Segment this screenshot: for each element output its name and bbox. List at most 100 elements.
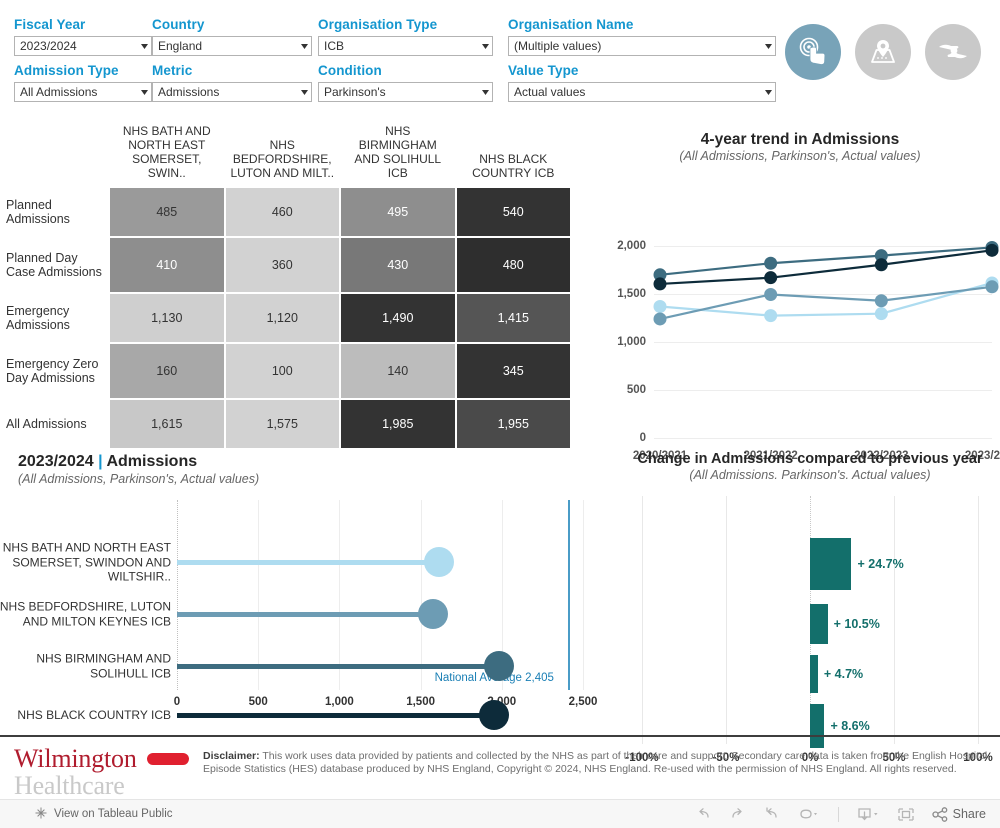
lollipop-title-metric: Admissions (106, 453, 198, 470)
lollipop-stem[interactable] (177, 611, 433, 617)
change-chart: Change in Admissions compared to previou… (620, 450, 1000, 764)
tableau-toolbar: View on Tableau Public Share (0, 799, 1000, 828)
lollipop-dot[interactable] (484, 651, 515, 681)
lollipop-gridline (339, 500, 341, 690)
chevron-down-icon[interactable] (137, 43, 151, 49)
change-bar[interactable] (810, 604, 828, 644)
chevron-down-icon[interactable] (478, 89, 492, 95)
matrix-cell-0-0[interactable]: 485 (110, 188, 224, 236)
care-hands-icon[interactable] (925, 24, 981, 80)
chevron-down-icon[interactable] (478, 43, 492, 49)
filter-label-value-type: Value Type (508, 63, 579, 78)
revert-icon[interactable] (763, 807, 780, 821)
redo-icon[interactable] (729, 807, 746, 821)
chevron-down-icon[interactable] (761, 89, 775, 95)
lollipop-stem[interactable] (177, 712, 495, 718)
matrix-row-header-1[interactable]: Planned Day Case Admissions (2, 238, 108, 292)
tap-interact-icon[interactable] (785, 24, 841, 80)
lollipop-stem[interactable] (177, 559, 440, 565)
matrix-row-header-2[interactable]: Emergency Admissions (2, 294, 108, 342)
undo-icon[interactable] (695, 807, 712, 821)
change-bar[interactable] (810, 655, 818, 693)
chevron-down-icon[interactable] (297, 89, 311, 95)
map-pin-icon[interactable] (855, 24, 911, 80)
fullscreen-icon[interactable] (897, 807, 915, 822)
lollipop-title-year: 2023/2024 (18, 453, 94, 470)
nav-icon-group (785, 24, 981, 80)
matrix-cell-4-1[interactable]: 1,575 (225, 400, 339, 448)
matrix-col-header-3[interactable]: NHS BLACK COUNTRY ICB (457, 124, 571, 186)
matrix-cell-0-1[interactable]: 460 (225, 188, 339, 236)
matrix-cell-0-3[interactable]: 540 (456, 188, 570, 236)
matrix-cell-3-2[interactable]: 140 (341, 344, 455, 398)
matrix-cell-3-3[interactable]: 345 (456, 344, 570, 398)
download-icon[interactable] (856, 807, 880, 822)
lollipop-category-label[interactable]: NHS BIRMINGHAM AND SOLIHULL ICB (0, 652, 171, 681)
matrix-cell-2-0[interactable]: 1,130 (110, 294, 224, 342)
lollipop-stem[interactable] (177, 663, 500, 669)
lollipop-x-tick: 500 (248, 696, 268, 708)
table-row: Planned Admissions 485 460 495 540 (2, 188, 570, 236)
trend-line-0 (659, 281, 993, 317)
matrix-cell-1-1[interactable]: 360 (225, 238, 339, 292)
matrix-cell-3-1[interactable]: 100 (225, 344, 339, 398)
wilmington-healthcare-logo: Wilmington Healthcare (14, 745, 194, 799)
lollipop-category-label[interactable]: NHS BATH AND NORTH EAST SOMERSET, SWINDO… (0, 540, 171, 584)
lollipop-dot[interactable] (424, 547, 455, 577)
matrix-row-header-4[interactable]: All Admissions (2, 400, 108, 448)
matrix-row-header-3[interactable]: Emergency Zero Day Admissions (2, 344, 108, 398)
filter-organisation-name: Organisation Name (Multiple values) (508, 18, 776, 56)
view-on-tableau-public-label: View on Tableau Public (54, 808, 173, 820)
change-bar[interactable] (810, 704, 825, 748)
trend-point (764, 271, 778, 285)
chevron-down-icon[interactable] (761, 43, 775, 49)
matrix-cell-1-0[interactable]: 410 (110, 238, 224, 292)
change-bar[interactable] (810, 538, 852, 590)
change-chart-title: Change in Admissions compared to previou… (637, 451, 983, 467)
matrix-cell-0-2[interactable]: 495 (341, 188, 455, 236)
matrix-cell-4-0[interactable]: 1,615 (110, 400, 224, 448)
matrix-cell-4-3[interactable]: 1,955 (456, 400, 570, 448)
lollipop-gridline (583, 500, 585, 690)
matrix-col-header-2[interactable]: NHS BIRMINGHAM AND SOLIHULL ICB (341, 124, 455, 186)
filter-dropdown-organisation-type[interactable]: ICB (318, 36, 493, 56)
lollipop-x-tick: 1,500 (406, 696, 435, 708)
matrix-col-header-1[interactable]: NHS BEDFORDSHIRE, LUTON AND MILT.. (226, 124, 340, 186)
filter-dropdown-value-type[interactable]: Actual values (508, 82, 776, 102)
trend-series-layer (653, 240, 999, 326)
matrix-cell-3-0[interactable]: 160 (110, 344, 224, 398)
matrix-col-header-0[interactable]: NHS BATH AND NORTH EAST SOMERSET, SWIN.. (110, 124, 224, 186)
matrix-cell-4-2[interactable]: 1,985 (341, 400, 455, 448)
filter-dropdown-condition[interactable]: Parkinson's (318, 82, 493, 102)
matrix-cell-2-3[interactable]: 1,415 (456, 294, 570, 342)
filter-dropdown-metric[interactable]: Admissions (152, 82, 312, 102)
lollipop-category-label[interactable]: NHS BEDFORDSHIRE, LUTON AND MILTON KEYNE… (0, 600, 171, 629)
lollipop-dot[interactable] (417, 599, 448, 629)
lollipop-dot[interactable] (479, 700, 510, 730)
filter-dropdown-country[interactable]: England (152, 36, 312, 56)
lollipop-category-label[interactable]: NHS BLACK COUNTRY ICB (0, 708, 171, 723)
filter-label-metric: Metric (152, 63, 193, 78)
filter-country: Country England (152, 18, 312, 56)
logo-text-healthcare: Healthcare (14, 771, 125, 800)
filter-dropdown-fiscal-year[interactable]: 2023/2024 (14, 36, 152, 56)
disclaimer-label: Disclaimer: (203, 750, 260, 762)
refresh-icon[interactable] (797, 807, 821, 821)
filter-fiscal-year: Fiscal Year 2023/2024 (14, 18, 152, 56)
filter-value-value-type: Actual values (514, 85, 586, 99)
matrix-row-header-0[interactable]: Planned Admissions (2, 188, 108, 236)
change-bar-label: + 8.6% (830, 719, 870, 733)
chevron-down-icon[interactable] (297, 43, 311, 49)
matrix-cell-2-2[interactable]: 1,490 (341, 294, 455, 342)
matrix-cell-1-2[interactable]: 430 (341, 238, 455, 292)
matrix-cell-1-3[interactable]: 480 (456, 238, 570, 292)
filter-dropdown-admission-type[interactable]: All Admissions (14, 82, 152, 102)
chevron-down-icon[interactable] (137, 89, 151, 95)
view-on-tableau-public-button[interactable]: View on Tableau Public (34, 806, 173, 823)
filter-admission-type: Admission Type All Admissions (14, 64, 152, 102)
matrix-cell-2-1[interactable]: 1,120 (225, 294, 339, 342)
trend-chart: 4-year trend in Admissions (All Admissio… (600, 130, 1000, 462)
filter-dropdown-organisation-name[interactable]: (Multiple values) (508, 36, 776, 56)
share-button[interactable]: Share (931, 806, 986, 822)
trend-gridline (654, 438, 992, 439)
